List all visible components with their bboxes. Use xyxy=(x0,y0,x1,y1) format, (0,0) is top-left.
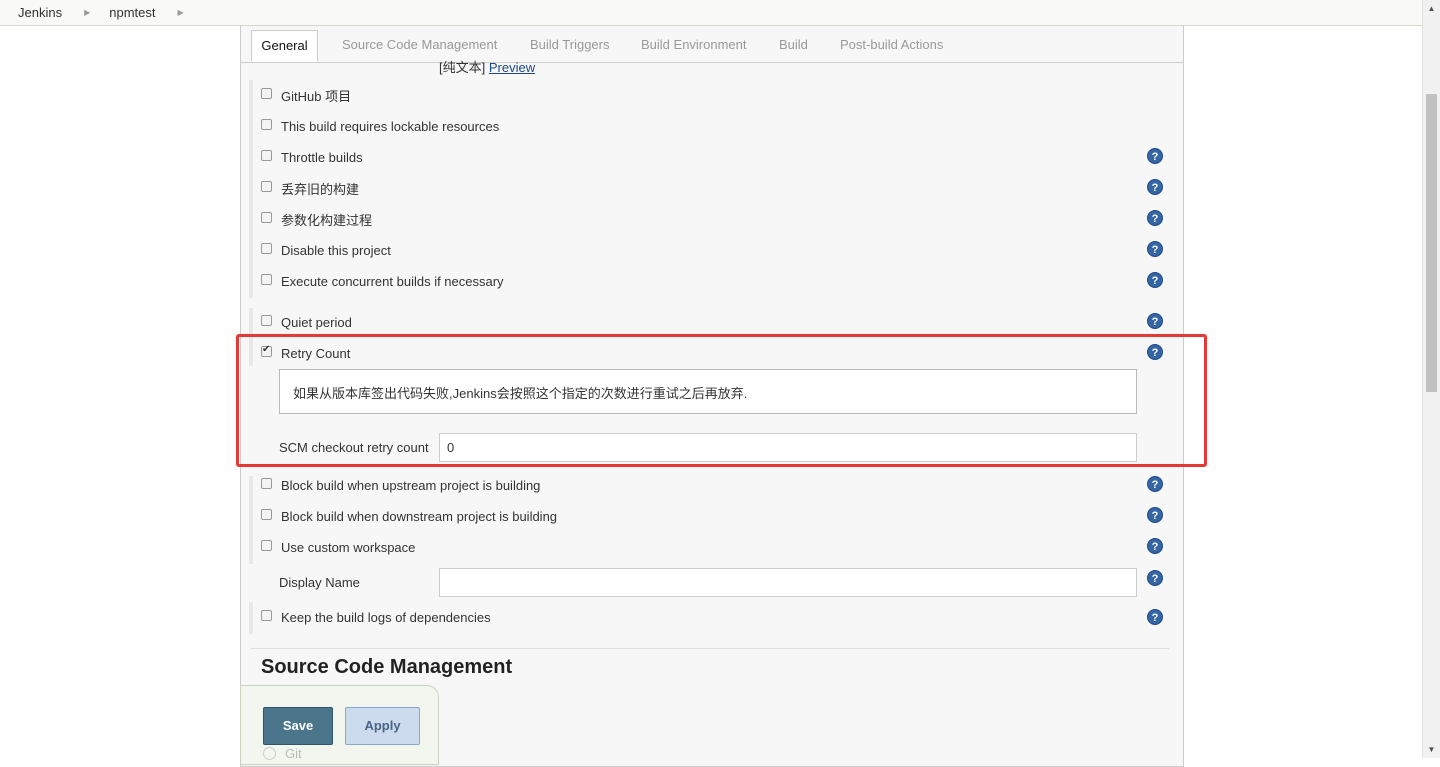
section-indent-bar xyxy=(249,476,253,564)
breadcrumb-jenkins[interactable]: Jenkins xyxy=(18,5,62,20)
tab-build-environment[interactable]: Build Environment xyxy=(641,37,747,52)
checkbox[interactable] xyxy=(261,211,272,223)
option-label: Disable this project xyxy=(281,242,391,258)
option-label: Block build when downstream project is b… xyxy=(281,508,558,524)
chevron-right-icon[interactable]: ▶ xyxy=(84,8,90,17)
option-label: GitHub 项目 xyxy=(281,88,352,104)
option-github-project[interactable]: GitHub 项目 xyxy=(261,85,351,105)
option-label: Keep the build logs of dependencies xyxy=(281,609,491,625)
checkbox[interactable] xyxy=(261,118,272,130)
checkbox[interactable] xyxy=(261,314,272,326)
option-label: This build requires lockable resources xyxy=(281,118,500,134)
help-icon[interactable]: ? xyxy=(1147,538,1163,554)
option-label: Execute concurrent builds if necessary xyxy=(281,273,504,289)
help-icon[interactable]: ? xyxy=(1147,241,1163,257)
radio-button[interactable] xyxy=(263,747,276,760)
option-keep-dependency-logs[interactable]: Keep the build logs of dependencies xyxy=(261,607,491,627)
help-icon[interactable]: ? xyxy=(1147,313,1163,329)
option-label: Use custom workspace xyxy=(281,539,416,555)
preview-link[interactable]: Preview xyxy=(489,60,535,75)
tab-post-build-actions[interactable]: Post-build Actions xyxy=(840,37,943,52)
help-icon[interactable]: ? xyxy=(1147,609,1163,625)
help-icon[interactable]: ? xyxy=(1147,570,1163,586)
scm-option-git[interactable]: Git xyxy=(263,746,302,761)
scm-section-title: Source Code Management xyxy=(261,656,513,678)
tab-general[interactable]: General xyxy=(251,30,318,62)
help-icon[interactable]: ? xyxy=(1147,210,1163,226)
option-block-upstream[interactable]: Block build when upstream project is bui… xyxy=(261,475,540,495)
checkbox[interactable] xyxy=(261,508,272,520)
help-icon[interactable]: ? xyxy=(1147,148,1163,164)
save-button[interactable]: Save xyxy=(263,707,333,745)
scroll-thumb[interactable] xyxy=(1426,94,1437,392)
breadcrumb: Jenkins ▶ npmtest ▶ xyxy=(0,0,1422,26)
option-custom-workspace[interactable]: Use custom workspace xyxy=(261,537,415,557)
help-icon[interactable]: ? xyxy=(1147,179,1163,195)
section-indent-bar xyxy=(249,80,253,298)
page-scrollbar[interactable]: ▲ ▼ xyxy=(1422,0,1440,758)
git-label: Git xyxy=(285,746,302,761)
breadcrumb-npmtest[interactable]: npmtest xyxy=(109,5,155,20)
scroll-up-arrow-icon[interactable]: ▲ xyxy=(1423,0,1440,17)
option-label: 参数化构建过程 xyxy=(281,212,373,228)
checkbox[interactable] xyxy=(261,539,272,551)
display-name-input[interactable] xyxy=(439,568,1137,597)
retry-count-highlight-box xyxy=(236,334,1207,467)
option-label: 丢弃旧的构建 xyxy=(281,181,360,197)
checkbox[interactable] xyxy=(261,87,272,99)
scroll-down-arrow-icon[interactable]: ▼ xyxy=(1423,741,1440,758)
checkbox[interactable] xyxy=(261,609,272,621)
tab-bar: General Source Code Management Build Tri… xyxy=(241,26,1183,63)
option-disable-project[interactable]: Disable this project xyxy=(261,240,391,260)
option-discard-old-builds[interactable]: 丢弃旧的构建 xyxy=(261,178,359,198)
tab-build[interactable]: Build xyxy=(779,37,808,52)
option-quiet-period[interactable]: Quiet period xyxy=(261,312,352,332)
section-divider xyxy=(251,648,1169,649)
tab-source-code-management[interactable]: Source Code Management xyxy=(342,37,497,52)
checkbox[interactable] xyxy=(261,242,272,254)
apply-button[interactable]: Apply xyxy=(345,707,420,745)
option-label: Block build when upstream project is bui… xyxy=(281,477,541,493)
chevron-right-icon[interactable]: ▶ xyxy=(177,8,183,17)
option-concurrent-builds[interactable]: Execute concurrent builds if necessary xyxy=(261,271,504,291)
checkbox[interactable] xyxy=(261,180,272,192)
checkbox[interactable] xyxy=(261,149,272,161)
section-indent-bar xyxy=(249,602,253,634)
option-parameterized-build[interactable]: 参数化构建过程 xyxy=(261,209,372,229)
option-block-downstream[interactable]: Block build when downstream project is b… xyxy=(261,506,557,526)
option-label: Throttle builds xyxy=(281,149,363,165)
plain-text-label: [纯文本] xyxy=(439,60,486,75)
checkbox[interactable] xyxy=(261,477,272,489)
description-format: [纯文本] Preview xyxy=(439,57,535,76)
tab-build-triggers[interactable]: Build Triggers xyxy=(530,37,609,52)
help-icon[interactable]: ? xyxy=(1147,272,1163,288)
checkbox[interactable] xyxy=(261,273,272,285)
help-icon[interactable]: ? xyxy=(1147,507,1163,523)
display-name-label: Display Name xyxy=(279,575,360,590)
option-throttle-builds[interactable]: Throttle builds xyxy=(261,147,363,167)
help-icon[interactable]: ? xyxy=(1147,476,1163,492)
option-label: Quiet period xyxy=(281,314,352,330)
option-lockable-resources[interactable]: This build requires lockable resources xyxy=(261,116,499,136)
